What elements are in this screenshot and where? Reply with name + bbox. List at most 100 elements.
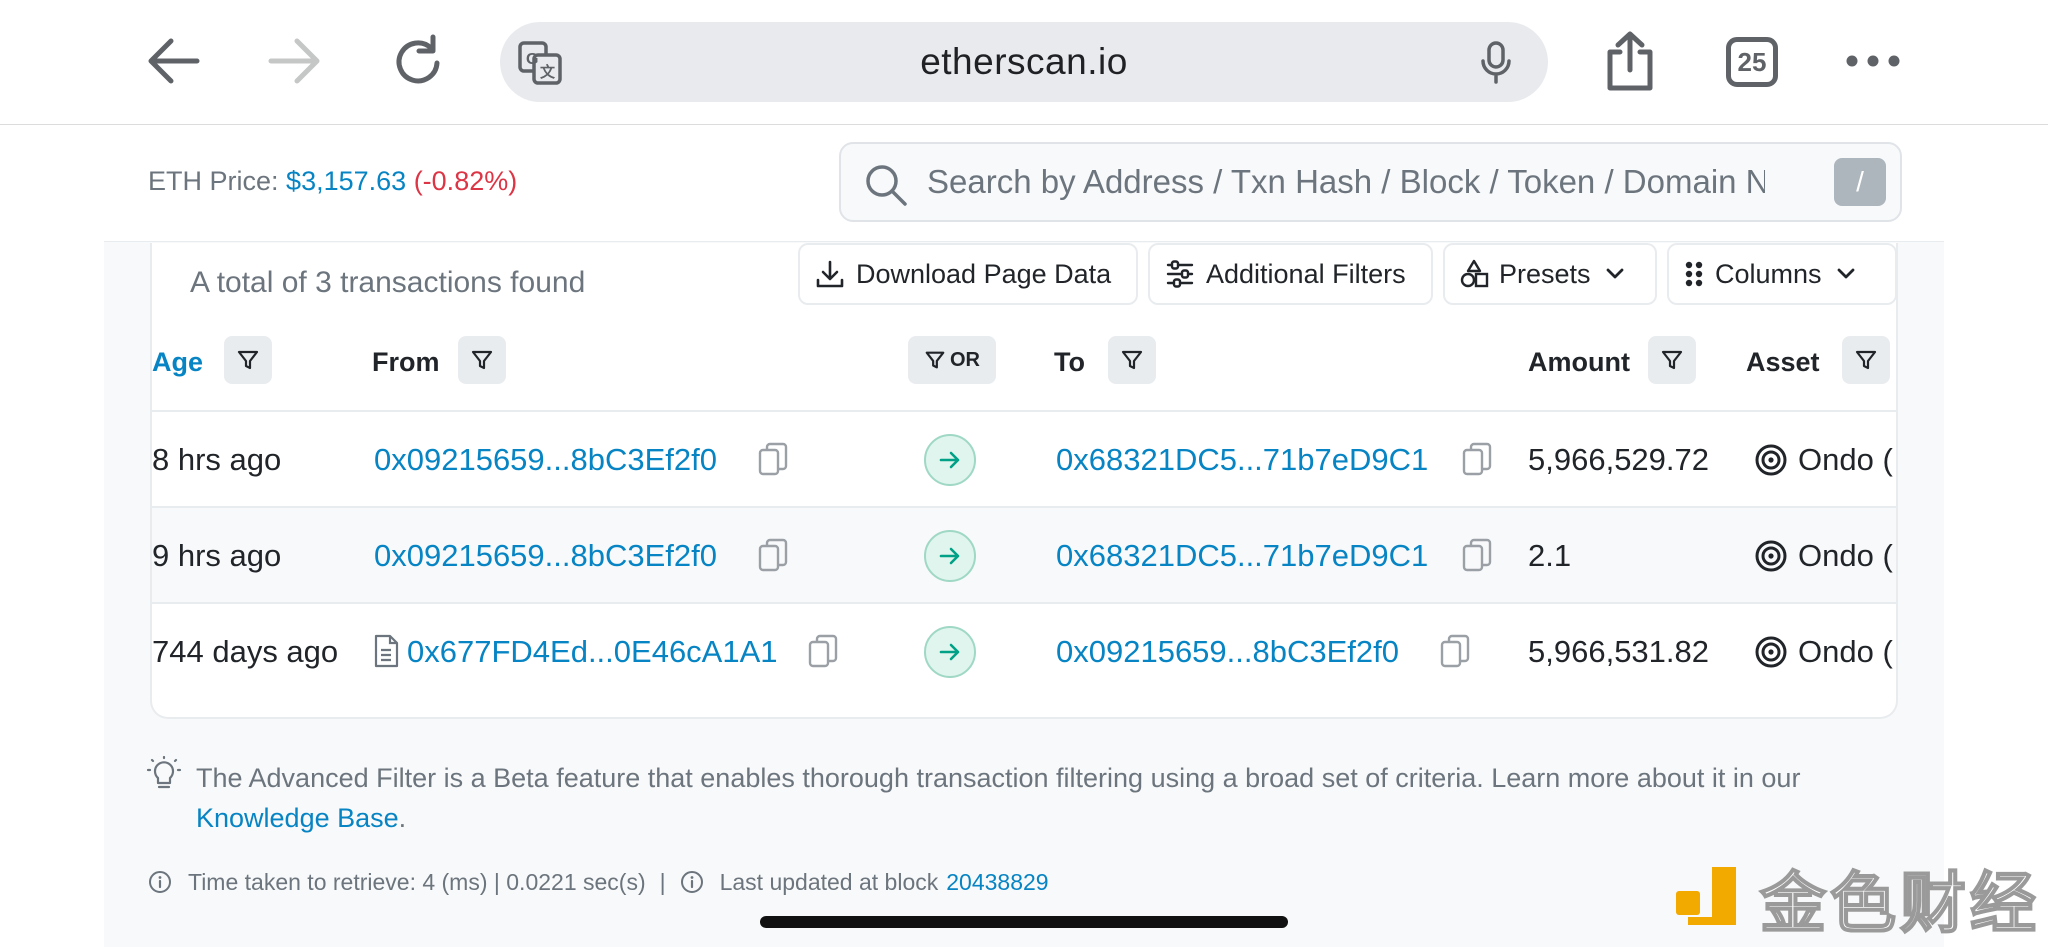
additional-filters-button[interactable]: Additional Filters <box>1148 243 1433 305</box>
separator: | <box>659 869 666 895</box>
or-filter-button[interactable]: OR <box>908 336 996 384</box>
amount-cell: 2.1 <box>1528 538 1572 573</box>
drag-grid-icon <box>1685 261 1703 287</box>
direction-arrow-badge <box>924 530 976 582</box>
eth-price-label: ETH Price: <box>148 166 279 196</box>
copy-icon[interactable] <box>1462 442 1492 476</box>
asset-filter-button[interactable] <box>1842 336 1890 384</box>
total-transactions-text: A total of 3 transactions found <box>190 266 586 299</box>
contract-file-icon <box>374 634 399 668</box>
ondo-token-icon <box>1755 636 1787 668</box>
page-content: ETH Price: $3,157.63 (-0.82%) Search by … <box>104 126 1944 947</box>
retrieval-info: Time taken to retrieve: 4 (ms) | 0.0221 … <box>148 862 1049 902</box>
download-page-data-button[interactable]: Download Page Data <box>798 243 1138 305</box>
copy-icon[interactable] <box>758 442 788 476</box>
last-updated-block-link[interactable]: 20438829 <box>946 862 1048 902</box>
columns-dropdown[interactable]: Columns <box>1667 243 1896 305</box>
presets-dropdown[interactable]: Presets <box>1443 243 1657 305</box>
filter-icon <box>1855 350 1877 370</box>
to-address-link[interactable]: 0x68321DC5...71b7eD9C1 <box>1056 412 1428 508</box>
additional-filters-label: Additional Filters <box>1206 258 1406 289</box>
back-button[interactable] <box>138 28 208 94</box>
eth-price-change: (-0.82%) <box>413 166 518 196</box>
asset-link[interactable]: Ondo ( <box>1798 508 1893 604</box>
amount-filter-button[interactable] <box>1648 336 1696 384</box>
transactions-card: A total of 3 transactions found Download… <box>150 243 1898 719</box>
from-filter-button[interactable] <box>458 336 506 384</box>
sliders-icon <box>1166 260 1194 288</box>
column-header-to: To <box>1054 347 1085 377</box>
filter-icon <box>471 350 493 370</box>
from-address-link[interactable]: 0x677FD4Ed...0E46cA1A1 <box>407 604 778 700</box>
info-icon <box>149 871 171 893</box>
table-row: 9 hrs ago 0x09215659...8bC3Ef2f0 0x68321… <box>152 506 1896 604</box>
direction-arrow-badge <box>924 434 976 486</box>
arrow-right-icon <box>939 451 960 469</box>
eth-price-value[interactable]: $3,157.63 <box>286 166 406 196</box>
download-label: Download Page Data <box>856 258 1112 289</box>
direction-arrow-badge <box>924 626 976 678</box>
shapes-icon <box>1460 259 1489 288</box>
watermark: 金色财经 <box>1672 858 2042 943</box>
chevron-down-icon <box>1606 268 1623 279</box>
table-row: 744 days ago 0x677FD4Ed...0E46cA1A1 0x09… <box>152 602 1896 700</box>
microphone-icon[interactable] <box>1474 40 1518 84</box>
reload-icon <box>396 34 440 84</box>
filter-icon <box>1661 350 1683 370</box>
age-filter-button[interactable] <box>224 336 272 384</box>
share-button[interactable] <box>1595 28 1665 94</box>
search-input[interactable]: Search by Address / Txn Hash / Block / T… <box>839 142 1902 222</box>
more-dots-icon <box>1846 55 1900 67</box>
filter-icon <box>1121 350 1143 370</box>
to-address-link[interactable]: 0x09215659...8bC3Ef2f0 <box>1056 604 1399 700</box>
watermark-text: 金色财经 <box>1759 864 2040 943</box>
arrow-right-icon <box>939 547 960 565</box>
search-placeholder[interactable]: Search by Address / Txn Hash / Block / T… <box>927 144 1765 220</box>
back-arrow-icon <box>148 38 200 84</box>
from-address-link[interactable]: 0x09215659...8bC3Ef2f0 <box>374 508 717 604</box>
note-end: . <box>398 803 407 833</box>
filter-icon <box>237 350 259 370</box>
age-cell: 744 days ago <box>152 634 339 669</box>
url-text[interactable]: etherscan.io <box>500 22 1548 102</box>
search-icon <box>866 165 907 206</box>
advanced-filter-note: The Advanced Filter is a Beta feature th… <box>148 758 1908 838</box>
copy-icon[interactable] <box>758 538 788 572</box>
download-icon <box>816 260 844 288</box>
column-header-amount: Amount <box>1528 347 1630 377</box>
age-cell: 8 hrs ago <box>152 442 282 477</box>
copy-icon[interactable] <box>1462 538 1492 572</box>
column-header-asset: Asset <box>1746 347 1820 377</box>
forward-button[interactable] <box>260 28 330 94</box>
info-icon <box>680 871 703 893</box>
filter-icon <box>925 351 945 369</box>
tab-switcher-button[interactable]: 25 <box>1726 37 1778 87</box>
amount-cell: 5,966,529.72 <box>1528 442 1710 477</box>
arrow-right-icon <box>939 643 960 661</box>
copy-icon[interactable] <box>808 634 838 668</box>
copy-icon[interactable] <box>1440 634 1470 668</box>
address-bar[interactable]: G文 etherscan.io <box>500 22 1548 102</box>
to-address-link[interactable]: 0x68321DC5...71b7eD9C1 <box>1056 508 1428 604</box>
asset-link[interactable]: Ondo ( <box>1798 412 1893 508</box>
column-header-age[interactable]: Age <box>152 336 203 388</box>
home-indicator <box>760 916 1288 928</box>
columns-label: Columns <box>1715 258 1822 289</box>
ondo-token-icon <box>1755 444 1787 476</box>
column-header-from: From <box>372 347 440 377</box>
site-header: ETH Price: $3,157.63 (-0.82%) Search by … <box>104 126 1944 242</box>
from-address-link[interactable]: 0x09215659...8bC3Ef2f0 <box>374 412 717 508</box>
ondo-token-icon <box>1755 540 1787 572</box>
last-updated-label: Last updated at block <box>719 869 939 895</box>
knowledge-base-link[interactable]: Knowledge Base <box>196 803 399 833</box>
reload-button[interactable] <box>384 28 454 94</box>
amount-cell: 5,966,531.82 <box>1528 634 1710 669</box>
asset-link[interactable]: Ondo ( <box>1798 604 1893 700</box>
chevron-down-icon <box>1837 268 1854 279</box>
or-label: OR <box>950 348 980 371</box>
more-menu-button[interactable] <box>1838 28 1908 94</box>
presets-label: Presets <box>1499 258 1591 289</box>
browser-toolbar: G文 etherscan.io 25 <box>0 0 2048 125</box>
share-icon <box>1607 31 1653 91</box>
to-filter-button[interactable] <box>1108 336 1156 384</box>
